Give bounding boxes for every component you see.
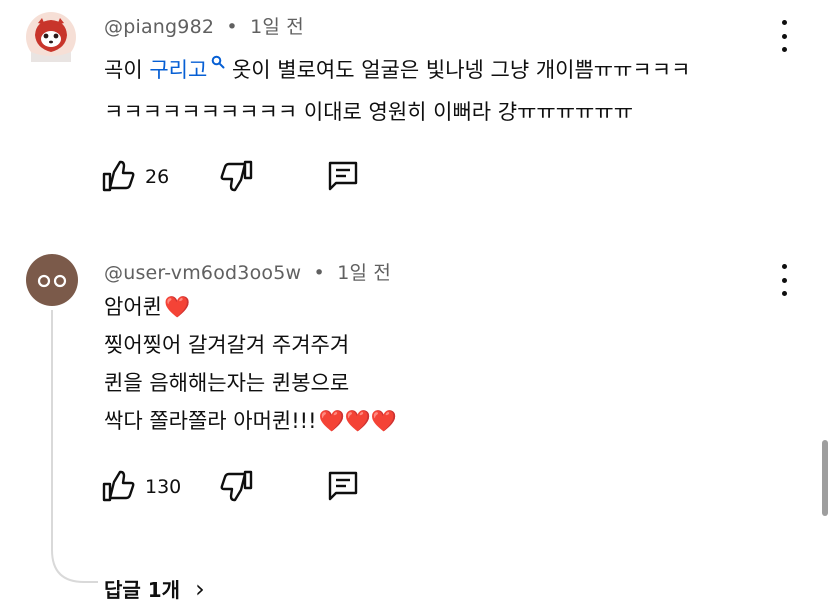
comment-icon (328, 471, 358, 501)
heart-emoji: ❤️ (163, 295, 191, 319)
thumbs-down-icon (220, 470, 253, 502)
dot-icon (781, 47, 787, 52)
avatar[interactable] (26, 12, 76, 62)
comment-text: 암어퀸❤️ 찢어찢어 갈겨갈겨 주겨주겨 퀸을 음해해는자는 퀸봉으로 싹다 쫄… (104, 288, 397, 440)
like-count: 130 (145, 476, 182, 498)
text-segment: 곡이 (104, 58, 150, 82)
like-button[interactable] (100, 468, 140, 508)
scrollbar-thumb[interactable] (822, 440, 828, 516)
thumbs-down-icon (220, 160, 253, 192)
comment-line: 찢어찢어 갈겨갈겨 주겨주겨 (104, 326, 397, 364)
like-count: 26 (145, 166, 170, 188)
dot-icon (781, 277, 787, 283)
dislike-button[interactable] (219, 468, 259, 508)
reply-button[interactable] (325, 158, 365, 198)
comment-text: 곡이 구리고 옷이 별로여도 얼굴은 빛나넹 그냥 개이쁨ㅠㅠㅋㅋㅋ ㅋㅋㅋㅋㅋ… (104, 51, 690, 131)
reply-button[interactable] (325, 468, 365, 508)
chevron-right-icon: › (195, 575, 205, 603)
author-name[interactable]: @user-vm6od3oo5w (104, 262, 301, 284)
dot-icon (781, 20, 787, 25)
timestamp[interactable]: 1일 전 (250, 16, 304, 38)
dot-icon (781, 33, 787, 39)
comment-line: 암어퀸❤️ (104, 288, 397, 326)
like-button[interactable] (100, 158, 140, 198)
comment-line: ㅋㅋㅋㅋㅋㅋㅋㅋㅋㅋ 이대로 영원히 이뻐라 걍ㅠㅠㅠㅠㅠㅠ (104, 93, 690, 131)
dot-icon (781, 264, 787, 269)
text-segment: 찢어찢어 갈겨갈겨 주겨주겨 (104, 333, 350, 357)
comment-line: 퀸을 음해해는자는 퀸봉으로 (104, 364, 397, 402)
separator-dot: • (313, 262, 325, 284)
text-segment: 퀸을 음해해는자는 퀸봉으로 (104, 371, 350, 395)
timestamp[interactable]: 1일 전 (337, 262, 391, 284)
author-name[interactable]: @piang982 (104, 16, 214, 38)
text-segment: ㅋㅋㅋㅋㅋㅋㅋㅋㅋㅋ 이대로 영원히 이뻐라 걍ㅠㅠㅠㅠㅠㅠ (104, 100, 634, 124)
avatar[interactable] (26, 254, 78, 306)
comment-line: 곡이 구리고 옷이 별로여도 얼굴은 빛나넹 그냥 개이쁨ㅠㅠㅋㅋㅋ (104, 51, 690, 89)
comment-line: 싹다 쫄라쫄라 아머퀸!!!❤️❤️❤️ (104, 402, 397, 440)
comment-header: @piang982 • 1일 전 (104, 12, 304, 39)
thumbs-up-icon (102, 470, 135, 502)
search-link[interactable]: 구리고 (149, 55, 225, 82)
search-icon[interactable] (211, 55, 225, 69)
more-options-button[interactable] (779, 264, 789, 296)
separator-dot: • (226, 16, 238, 38)
text-segment: 옷이 별로여도 얼굴은 빛나넹 그냥 개이쁨ㅠㅠㅋㅋㅋ (225, 58, 691, 82)
thumbs-up-icon (102, 160, 135, 192)
comment-icon (328, 161, 358, 191)
search-link-text[interactable]: 구리고 (149, 58, 207, 82)
dot-icon (781, 291, 787, 296)
thread-line (51, 310, 98, 583)
text-segment: 암어퀸 (104, 295, 162, 319)
replies-label[interactable]: 답글 1개 (104, 578, 180, 602)
heart-emoji: ❤️❤️❤️ (318, 409, 397, 433)
comment-header: @user-vm6od3oo5w • 1일 전 (104, 258, 391, 285)
brown-face-avatar-icon (26, 254, 78, 306)
red-panda-avatar-icon (26, 12, 76, 62)
more-options-button[interactable] (779, 20, 789, 52)
view-replies-button[interactable]: 답글 1개 › (104, 574, 205, 603)
text-segment: 싹다 쫄라쫄라 아머퀸!!! (104, 409, 317, 433)
dislike-button[interactable] (219, 158, 259, 198)
